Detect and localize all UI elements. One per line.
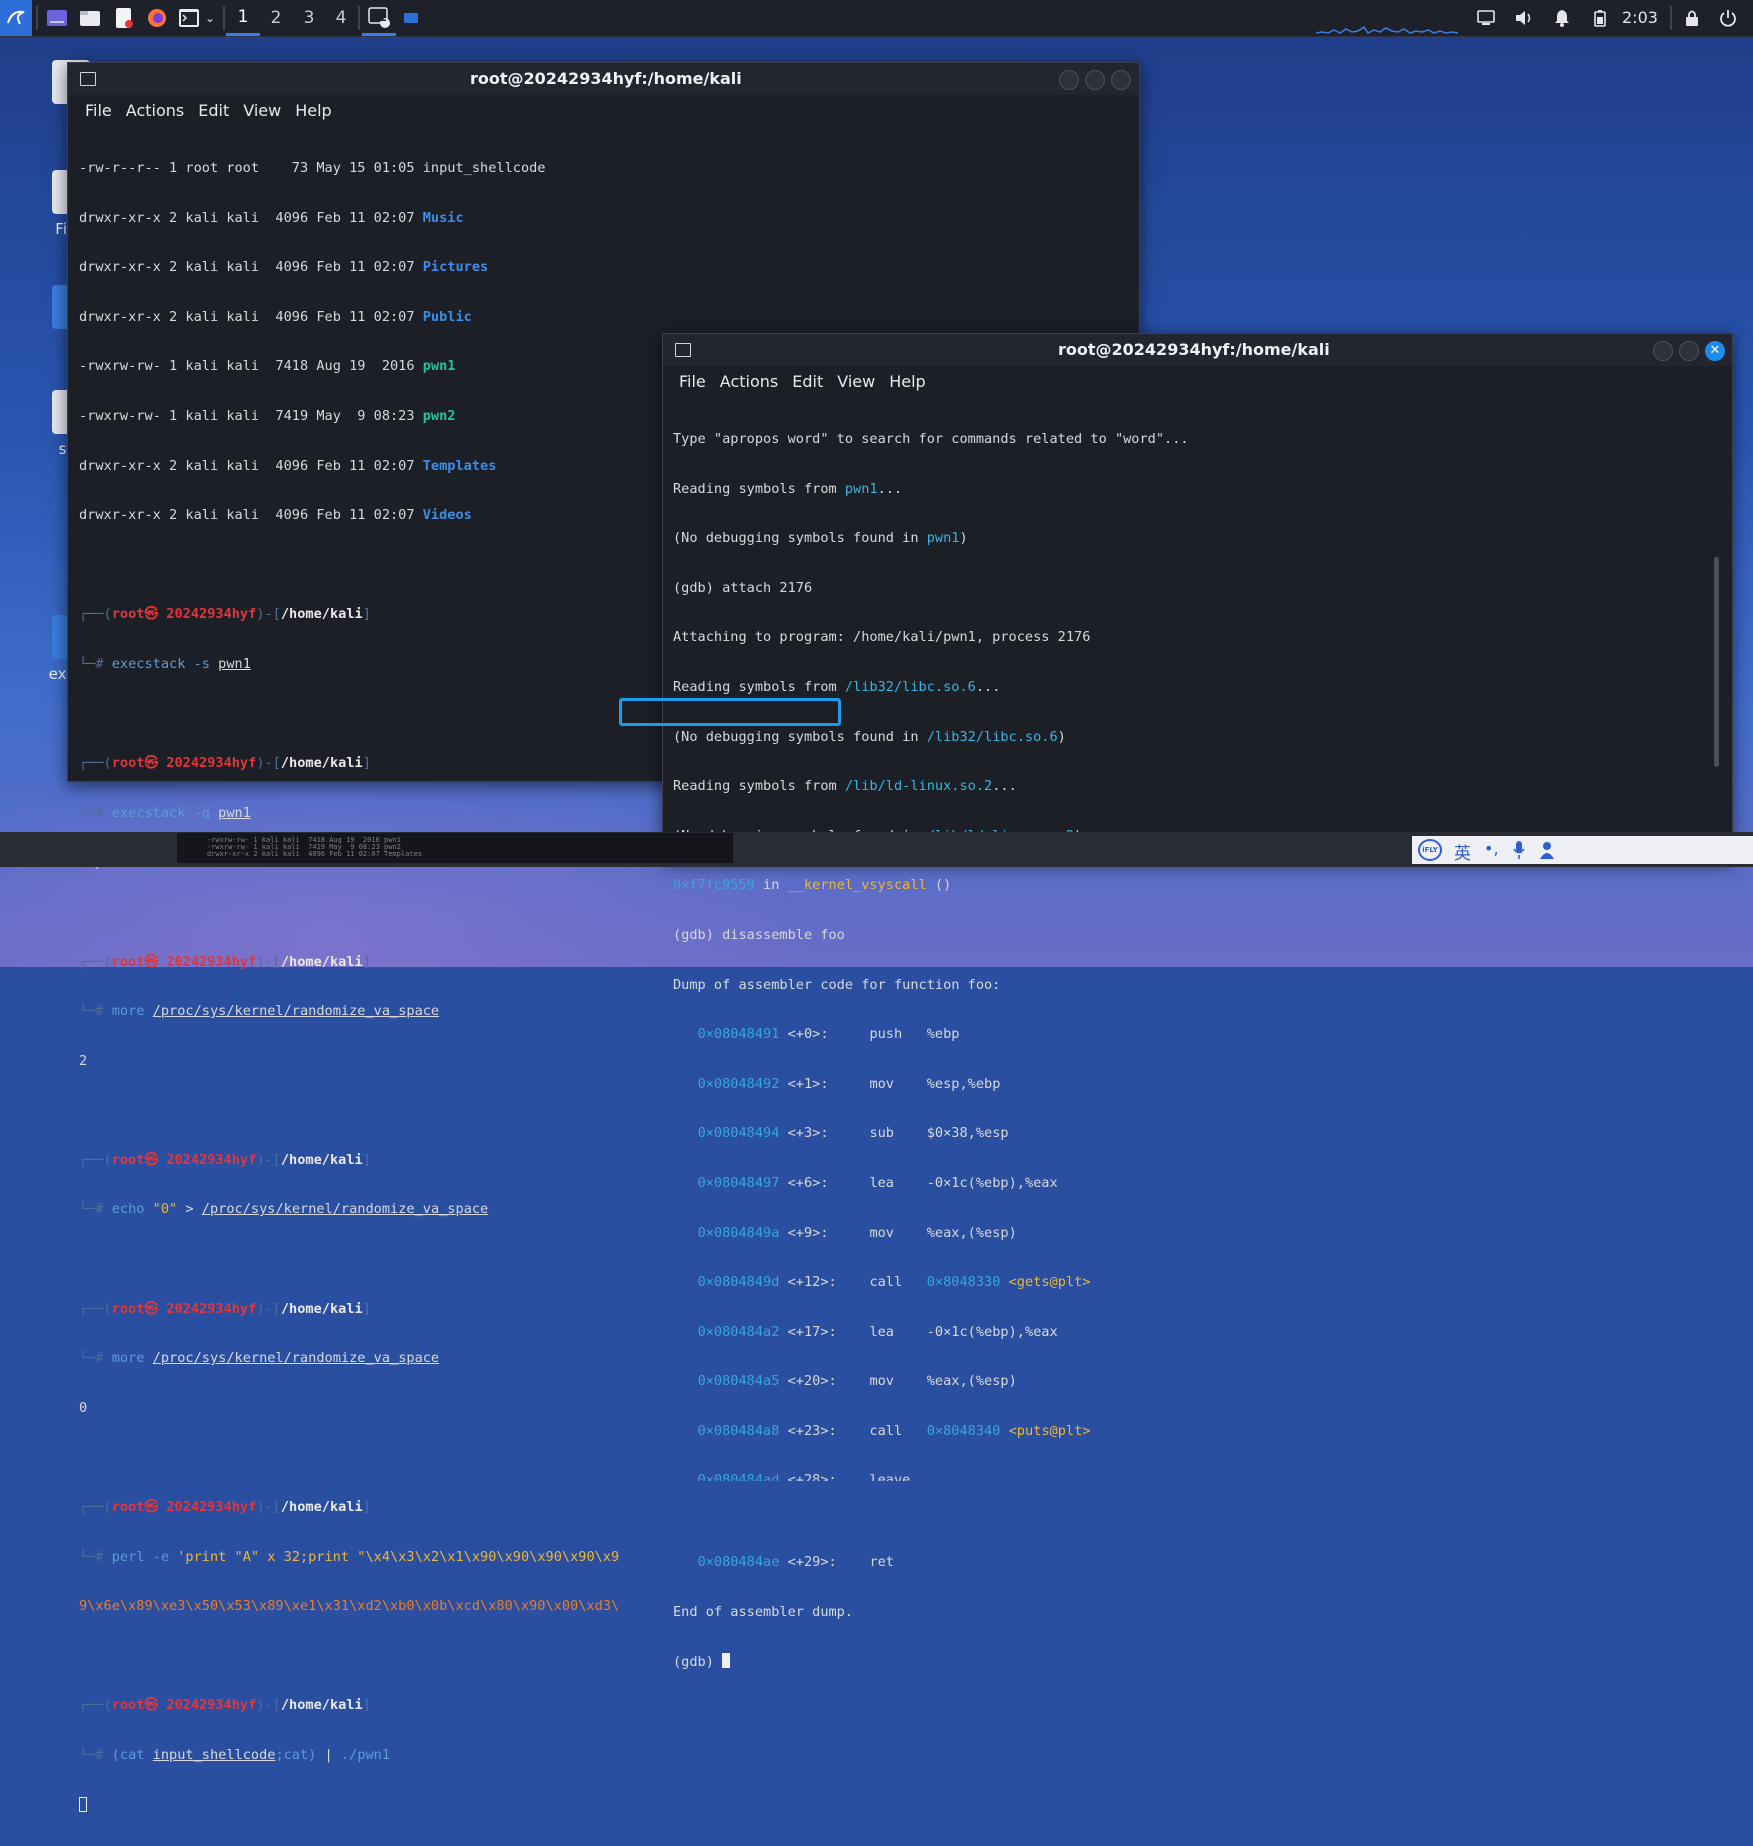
menu-help[interactable]: Help <box>889 372 925 391</box>
gdb-line: (No debugging symbols found in pwn1) <box>673 530 968 547</box>
gdb-line: 0×f7fc9559 in __kernel_vsyscall () <box>673 877 952 894</box>
menu-view[interactable]: View <box>243 101 281 120</box>
minimize-button[interactable] <box>1653 341 1673 361</box>
lock-icon[interactable] <box>1680 0 1704 36</box>
terminal-cursor <box>79 1796 87 1812</box>
minimize-button[interactable] <box>1059 70 1079 90</box>
terminal-window-icon <box>80 72 96 86</box>
app-window-icon[interactable] <box>400 0 422 36</box>
ls-line: drwxr-xr-x 2 kali kali 4096 Feb 11 02:07… <box>79 209 464 226</box>
close-icon: ✕ <box>1709 343 1721 358</box>
gdb-line: Dump of assembler code for function foo: <box>673 976 1001 993</box>
thumbnail-line: drwxr-xr-x 2 kali kali 4096 Feb 11 02:07… <box>207 850 422 858</box>
ls-line: drwxr-xr-x 2 kali kali 4096 Feb 11 02:07… <box>79 308 472 325</box>
volume-icon[interactable] <box>1512 0 1536 36</box>
close-button[interactable] <box>1111 70 1131 90</box>
asm-line: 0×080484a2 <+17>: lea -0×1c(%ebp),%eax <box>697 1323 1058 1340</box>
gdb-line: (gdb) disassemble foo <box>673 926 845 943</box>
asm-line: 0×080484ad <+28>: leave <box>697 1472 927 1482</box>
window-title: root@20242934hyf:/home/kali <box>1058 340 1330 359</box>
terminal-icon[interactable] <box>176 0 202 36</box>
cpu-graph <box>1315 25 1459 34</box>
terminal-window-icon[interactable]: 2 <box>362 0 396 36</box>
gdb-line: (gdb) attach 2176 <box>673 579 813 596</box>
menu-actions[interactable]: Actions <box>720 372 778 391</box>
panel-separator <box>358 6 360 30</box>
clock[interactable]: 2:03 <box>1622 0 1658 36</box>
gdb-output[interactable]: Type "apropos word" to search for comman… <box>673 399 1713 1703</box>
menu-edit[interactable]: Edit <box>198 101 229 120</box>
asm-line: 0×080484a8 <+23>: call 0×8048340 <puts@p… <box>697 1422 1091 1439</box>
ls-line: drwxr-xr-x 2 kali kali 4096 Feb 11 02:07… <box>79 259 489 276</box>
shell-command: └─# (cat input_shellcode;cat) | ./pwn1 <box>79 1747 391 1763</box>
panel-separator <box>36 6 38 30</box>
punctuation-icon[interactable]: •, <box>1484 841 1499 857</box>
menu-actions[interactable]: Actions <box>126 101 184 120</box>
menu-file[interactable]: File <box>85 101 112 120</box>
gdb-line: Reading symbols from /lib32/libc.so.6... <box>673 678 1001 695</box>
workspace-1[interactable]: 1 <box>226 0 260 36</box>
panel-separator <box>1670 6 1672 30</box>
menu-view[interactable]: View <box>837 372 875 391</box>
workspace-3[interactable]: 3 <box>292 0 326 36</box>
titlebar[interactable]: root@20242934hyf:/home/kali <box>68 63 1139 95</box>
notification-bell-icon[interactable] <box>1550 0 1574 36</box>
highlight-box <box>619 698 841 726</box>
show-desktop-icon[interactable] <box>44 0 70 36</box>
kali-menu-icon[interactable] <box>0 0 32 36</box>
terminal-cursor <box>722 1653 731 1669</box>
gdb-line: Reading symbols from /lib/ld-linux.so.2.… <box>673 778 1017 795</box>
maximize-button[interactable] <box>1085 70 1105 90</box>
gdb-line: Attaching to program: /home/kali/pwn1, p… <box>673 629 1091 646</box>
display-icon[interactable] <box>1474 0 1498 36</box>
asm-line: 0×080484a5 <+20>: mov %eax,(%esp) <box>697 1373 1017 1390</box>
ime-language-toggle[interactable]: 英 <box>1454 839 1471 864</box>
asm-line: 0×0804849d <+12>: call 0×8048330 <gets@p… <box>697 1274 1091 1291</box>
asm-line-highlighted: 0×080484ae <+29>: ret <box>697 1554 927 1571</box>
microphone-icon[interactable] <box>1512 840 1526 864</box>
top-panel: ⌄ 1 2 3 4 2 2:03 <box>0 0 1753 37</box>
close-button[interactable]: ✕ <box>1705 341 1725 361</box>
panel-separator <box>223 6 225 30</box>
titlebar[interactable]: root@20242934hyf:/home/kali ✕ <box>663 334 1732 366</box>
gdb-line: Reading symbols from pwn1... <box>673 480 903 497</box>
gdb-line: (No debugging symbols found in /lib32/li… <box>673 728 1066 745</box>
user-icon[interactable] <box>1538 840 1556 864</box>
menu-help[interactable]: Help <box>295 101 331 120</box>
maximize-button[interactable] <box>1679 341 1699 361</box>
power-icon[interactable] <box>1716 0 1740 36</box>
scrollbar[interactable] <box>1714 557 1719 767</box>
terminal-window-icon <box>675 343 691 357</box>
workspace-4[interactable]: 4 <box>324 0 358 36</box>
file-manager-icon[interactable] <box>77 0 103 36</box>
asm-line: 0×0804849a <+9>: mov %eax,(%esp) <box>697 1224 1017 1241</box>
menu-bar: File Actions Edit View Help <box>68 95 1139 125</box>
gdb-prompt: (gdb) <box>673 1653 1713 1671</box>
ifly-logo-icon[interactable]: iFLY <box>1418 839 1442 861</box>
window-count-badge: 2 <box>380 13 387 24</box>
firefox-icon[interactable] <box>144 0 170 36</box>
workspace-2[interactable]: 2 <box>259 0 293 36</box>
chevron-down-icon[interactable]: ⌄ <box>202 0 218 36</box>
ls-line: -rw-r--r-- 1 root root 73 May 15 01:05 i… <box>79 160 546 176</box>
window-thumbnail[interactable]: -rwxrw-rw- 1 kali kali 7418 Aug 19 2016 … <box>177 833 733 863</box>
asm-line: 0×08048491 <+0>: push %ebp <box>697 1026 960 1043</box>
terminal-cursor-line <box>79 1796 1129 1815</box>
asm-line: 0×08048494 <+3>: sub $0×38,%esp <box>697 1125 1009 1142</box>
asm-line: 0×08048492 <+1>: mov %esp,%ebp <box>697 1075 1001 1092</box>
menu-bar: File Actions Edit View Help <box>663 366 1732 396</box>
text-editor-icon[interactable] <box>111 0 137 36</box>
battery-icon[interactable] <box>1589 0 1611 36</box>
terminal-window-front[interactable]: root@20242934hyf:/home/kali ✕ File Actio… <box>662 333 1733 1670</box>
gdb-line: End of assembler dump. <box>673 1603 854 1620</box>
window-title: root@20242934hyf:/home/kali <box>470 69 742 88</box>
asm-line: 0×08048497 <+6>: lea -0×1c(%ebp),%eax <box>697 1174 1058 1191</box>
gdb-line: Type "apropos word" to search for comman… <box>673 431 1189 447</box>
input-method-tray: iFLY 英 •, <box>1412 836 1753 864</box>
menu-file[interactable]: File <box>679 372 706 391</box>
menu-edit[interactable]: Edit <box>792 372 823 391</box>
